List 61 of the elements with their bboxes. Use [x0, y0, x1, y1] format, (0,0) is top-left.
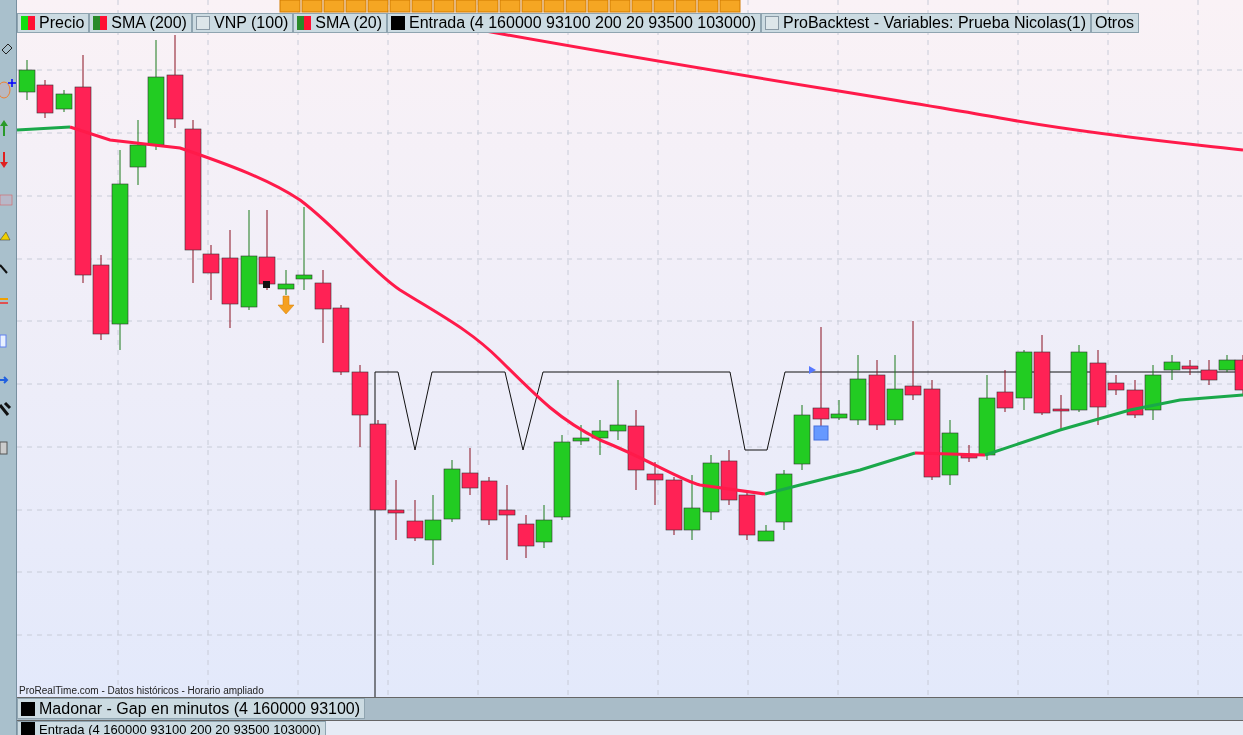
candlestick	[720, 449, 738, 506]
marker-icon	[809, 366, 816, 374]
collapsed-tab	[389, 0, 411, 13]
candlestick	[683, 474, 701, 541]
collapsed-tab	[697, 0, 719, 13]
marker-icon	[263, 281, 270, 288]
collapsed-tab	[455, 0, 477, 13]
collapsed-tab	[367, 0, 389, 13]
collapsed-tab	[323, 0, 345, 13]
legend-item[interactable]: Precio	[17, 13, 90, 33]
candlestick	[868, 359, 886, 431]
color-swatch	[21, 722, 35, 735]
candlestick	[443, 459, 461, 523]
candlestick	[461, 447, 479, 496]
collapsed-tab	[433, 0, 455, 13]
collapsed-tab	[565, 0, 587, 13]
collapsed-tab	[301, 0, 323, 13]
down-arrow-icon	[277, 295, 295, 315]
color-swatch	[195, 16, 210, 30]
legend-item[interactable]: SMA (20)	[293, 13, 388, 33]
candlestick	[1015, 349, 1033, 411]
legend-label: VNP (100)	[213, 14, 289, 32]
legend-label: Otros	[1094, 14, 1135, 32]
color-swatch	[21, 701, 35, 716]
panel-label: Madonar - Gap en minutos (4 160000 93100)	[39, 699, 361, 718]
candlestick	[665, 476, 683, 536]
collapsed-tab	[411, 0, 433, 13]
legend-label: SMA (200)	[111, 14, 187, 32]
color-swatch	[21, 16, 35, 30]
legend-item[interactable]: SMA (200)	[89, 13, 192, 33]
legend-item[interactable]: Entrada (4 160000 93100 200 20 93500 103000)	[387, 13, 761, 33]
candlestick	[18, 59, 36, 101]
color-swatch	[391, 16, 406, 30]
candlestick	[702, 454, 720, 521]
legend-item[interactable]: Otros	[1090, 13, 1140, 33]
candlestick	[332, 304, 350, 376]
collapsed-tab	[477, 0, 499, 13]
collapsed-tab	[609, 0, 631, 13]
collapsed-tab	[653, 0, 675, 13]
panel-legend[interactable]: Madonar - Gap en minutos (4 160000 93100)	[17, 698, 366, 719]
color-swatch	[93, 16, 108, 30]
data-source-note: ProRealTime.com - Datos históricos - Horario ampliado	[19, 685, 264, 696]
collapsed-tab	[719, 0, 741, 13]
collapsed-tab	[521, 0, 543, 13]
collapsed-tab	[675, 0, 697, 13]
collapsed-tab	[631, 0, 653, 13]
collapsed-tab	[279, 0, 301, 13]
color-swatch	[765, 16, 779, 30]
legend-item[interactable]: VNP (100)	[191, 13, 294, 33]
legend-label: Precio	[39, 14, 85, 32]
marker-icon	[813, 425, 829, 441]
candlestick	[886, 354, 904, 426]
legend-item[interactable]: ProBacktest - Variables: Prueba Nicolas(1)	[761, 13, 1091, 33]
legend-label: SMA (20)	[315, 14, 383, 32]
legend-label: ProBacktest - Variables: Prueba Nicolas(1)	[783, 14, 1086, 32]
legend-label: Entrada (4 160000 93100 200 20 93500 103000)	[409, 14, 756, 32]
collapsed-tab	[587, 0, 609, 13]
collapsed-tab	[543, 0, 565, 13]
collapsed-tab	[499, 0, 521, 13]
color-swatch	[297, 16, 312, 30]
collapsed-tab	[345, 0, 367, 13]
